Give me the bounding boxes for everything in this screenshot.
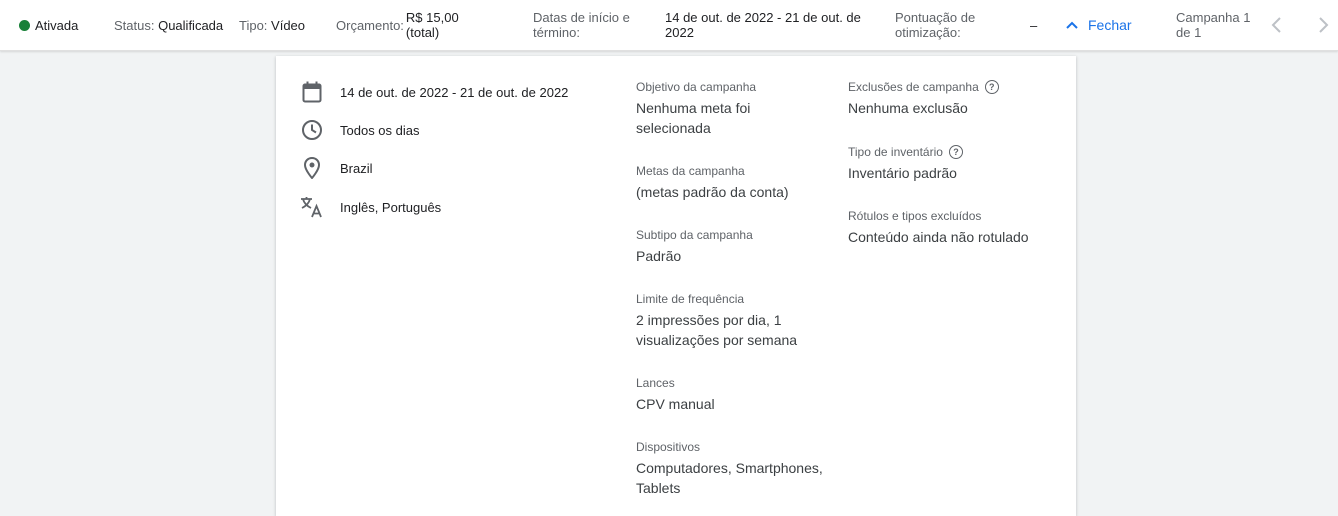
field-value: CPV manual [636,396,715,412]
devices-field: Dispositivos Computadores, Smartphones, T… [636,439,836,498]
type-field: Tipo: Vídeo [239,0,305,50]
chevron-up-icon [1066,21,1078,29]
campaign-goals-field: Metas da campanha (metas padrão da conta… [636,163,836,202]
campaign-details-card: 14 de out. de 2022 - 21 de out. de 2022 … [276,56,1076,516]
field-value: (metas padrão da conta) [636,184,789,200]
previous-campaign-button[interactable] [1270,0,1282,50]
status-active-label: Ativada [35,17,79,33]
type-value: Vídeo [271,17,306,33]
dates-label-line2: término: [533,25,580,40]
next-campaign-button[interactable] [1318,0,1330,50]
field-label: Metas da campanha [636,164,745,178]
campaign-counter: Campanha 1 de 1 [1176,0,1250,50]
field-label: Lances [636,376,675,390]
budget-value: R$ 15,00 (total) [406,10,459,40]
help-icon[interactable]: ? [948,145,963,159]
status-value: Qualificada [158,17,224,33]
budget-value-type: (total) [405,25,440,40]
field-label: Exclusões de campanha ? [848,79,1068,95]
dates-value-line2: 2022 [665,25,694,40]
dates-field-label: Datas de início e término: [533,0,630,50]
status-label: Status: [114,17,155,33]
campaign-count-line2: de 1 [1176,25,1202,40]
close-button[interactable]: Fechar [1066,0,1132,50]
field-label: Rótulos e tipos excluídos [848,209,982,223]
optim-label-line1: Pontuação de [895,10,976,25]
chevron-right-icon [1319,17,1329,33]
summary-dates-text: 14 de out. de 2022 - 21 de out. de 2022 [340,84,569,100]
optimization-field-label: Pontuação de otimização: [895,0,975,50]
summary-languages: Inglês, Português [300,195,441,219]
campaign-exclusions-field: Exclusões de campanha ? Nenhuma exclusão [848,79,1068,118]
summary-location-text: Brazil [340,160,373,176]
field-label: Dispositivos [636,440,701,454]
status-field: Status: Qualificada [114,0,223,50]
inventory-type-field: Tipo de inventário ? Inventário padrão [848,144,1068,183]
dates-field-value: 14 de out. de 2022 - 21 de out. de 2022 [665,0,861,50]
bidding-field: Lances CPV manual [636,375,836,414]
budget-value-amount: R$ 15,00 [405,10,459,25]
type-label: Tipo: [239,17,268,33]
campaign-count-line1: Campanha 1 [1176,10,1251,25]
field-value: Conteúdo ainda não rotulado [848,229,1029,245]
dates-label-line1: Datas de início e [533,10,630,25]
field-value: 2 impressões por dia, 1 visualizações por… [636,312,798,348]
summary-location: Brazil [300,156,373,180]
summary-schedule-text: Todos os dias [340,122,420,138]
campaign-objective-field: Objetivo da campanha Nenhuma meta foi sel… [636,79,836,138]
optimization-value: – [1030,0,1037,50]
field-value: Nenhuma exclusão [848,100,968,116]
field-label: Objetivo da campanha [636,80,757,94]
budget-label: Orçamento: [336,17,404,33]
field-value: Nenhuma meta foi selecionada [636,100,751,136]
field-value: Inventário padrão [848,165,957,181]
campaign-summary-bar: Ativada Status: Qualificada Tipo: Vídeo … [0,0,1338,51]
field-label: Limite de frequência [636,292,745,306]
excluded-labels-field: Rótulos e tipos excluídos Conteúdo ainda… [848,208,1068,247]
summary-languages-text: Inglês, Português [340,199,442,215]
field-label: Tipo de inventário ? [848,144,1068,160]
field-value: Padrão [636,248,682,264]
field-value: Computadores, Smartphones, Tablets [636,460,823,496]
summary-dates: 14 de out. de 2022 - 21 de out. de 2022 [300,80,568,104]
dates-value-line1: 14 de out. de 2022 - 21 de out. de [665,10,861,25]
status-dot-icon [19,19,30,31]
clock-icon [300,118,324,142]
calendar-icon [300,80,324,104]
frequency-cap-field: Limite de frequência 2 impressões por di… [636,291,836,350]
chevron-left-icon [1271,17,1281,33]
optim-value: – [1030,17,1038,33]
summary-schedule: Todos os dias [300,118,420,142]
optim-label-line2: otimização: [895,25,961,40]
location-pin-icon [300,156,324,180]
campaign-subtype-field: Subtipo da campanha Padrão [636,227,836,266]
status-indicator: Ativada [19,0,78,50]
help-icon[interactable]: ? [984,80,999,94]
budget-field: Orçamento: R$ 15,00 (total) [336,0,459,50]
translate-icon [300,195,324,219]
field-label: Subtipo da campanha [636,228,753,242]
close-button-label: Fechar [1088,17,1132,33]
